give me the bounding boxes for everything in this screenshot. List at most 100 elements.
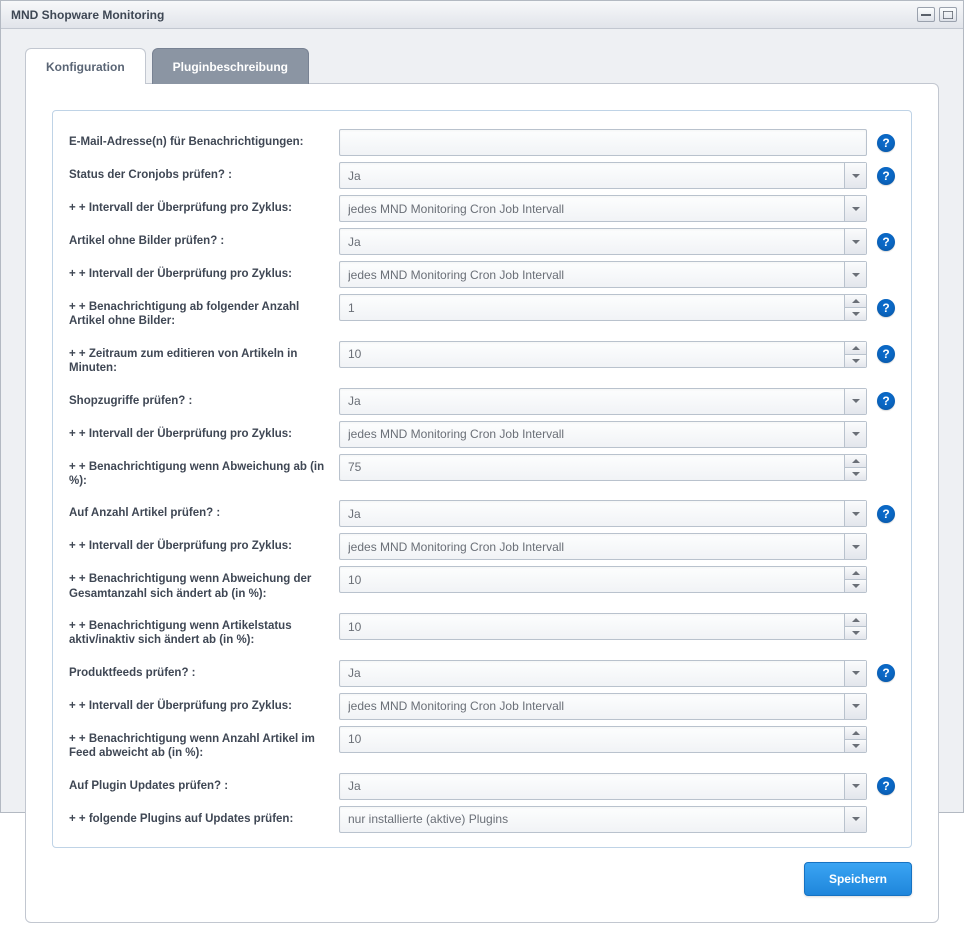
spinner-value[interactable] [340,455,844,480]
chevron-down-icon[interactable] [844,229,866,254]
cron-interval-combo[interactable] [339,195,867,222]
spinner-up[interactable] [845,455,866,468]
spinner-buttons [844,727,866,752]
plugin-scope-combo[interactable] [339,806,867,833]
feed-dev-spinner[interactable] [339,726,867,753]
row-access-interval: + + Intervall der Überprüfung pro Zyklus… [69,421,895,448]
chevron-down-icon[interactable] [844,389,866,414]
tab-pluginbeschreibung[interactable]: Pluginbeschreibung [152,48,309,84]
label: + + Intervall der Überprüfung pro Zyklus… [69,693,339,719]
help-icon[interactable]: ? [877,134,895,152]
access-check-combo[interactable] [339,388,867,415]
label: Auf Anzahl Artikel prüfen? : [69,500,339,526]
chevron-down-icon[interactable] [844,534,866,559]
window: MND Shopware Monitoring Konfiguration Pl… [0,0,964,813]
spinner-down[interactable] [845,740,866,752]
chevron-down-icon[interactable] [844,807,866,832]
chevron-down-icon[interactable] [844,774,866,799]
chevron-down-icon[interactable] [844,501,866,526]
spinner-up[interactable] [845,614,866,627]
combo-value[interactable] [340,262,844,287]
label: + + Benachrichtigung wenn Abweichung ab … [69,454,339,495]
spinner-down[interactable] [845,308,866,320]
row-cron-interval: + + Intervall der Überprüfung pro Zyklus… [69,195,895,222]
spinner-value[interactable] [340,727,844,752]
chevron-down-icon[interactable] [844,163,866,188]
chevron-down-icon[interactable] [844,422,866,447]
email-input[interactable] [340,130,866,155]
combo-value[interactable] [340,661,844,686]
help-icon[interactable]: ? [877,392,895,410]
help-icon[interactable]: ? [877,167,895,185]
chevron-down-icon[interactable] [844,661,866,686]
count-total-dev-spinner[interactable] [339,566,867,593]
combo-value[interactable] [340,196,844,221]
help-icon[interactable]: ? [877,299,895,317]
help-icon[interactable]: ? [877,664,895,682]
combo-value[interactable] [340,501,844,526]
spinner-value[interactable] [340,567,844,592]
plugin-check-combo[interactable] [339,773,867,800]
window-controls [917,7,957,22]
label: + + Benachrichtigung wenn Abweichung der… [69,566,339,607]
tab-konfiguration[interactable]: Konfiguration [25,48,146,84]
label: + + Benachrichtigung wenn Artikelstatus … [69,613,339,654]
cron-status-combo[interactable] [339,162,867,189]
spinner-buttons [844,295,866,320]
spinner-value[interactable] [340,614,844,639]
spinner-buttons [844,342,866,367]
save-button[interactable]: Speichern [804,862,912,896]
combo-value[interactable] [340,163,844,188]
chevron-down-icon[interactable] [844,262,866,287]
combo-value[interactable] [340,807,844,832]
img-threshold-spinner[interactable] [339,294,867,321]
maximize-button[interactable] [939,7,957,22]
spinner-down[interactable] [845,580,866,592]
combo-value[interactable] [340,229,844,254]
chevron-down-icon[interactable] [844,196,866,221]
access-interval-combo[interactable] [339,421,867,448]
combo-value[interactable] [340,389,844,414]
combo-value[interactable] [340,774,844,799]
spinner-up[interactable] [845,727,866,740]
img-check-combo[interactable] [339,228,867,255]
img-edit-window-spinner[interactable] [339,341,867,368]
minimize-button[interactable] [917,7,935,22]
count-interval-combo[interactable] [339,533,867,560]
row-plugin-check: Auf Plugin Updates prüfen? : ? [69,773,895,800]
tab-body: E-Mail-Adresse(n) für Benachrichtigungen… [25,83,939,923]
label-email: E-Mail-Adresse(n) für Benachrichtigungen… [69,129,339,155]
spinner-up[interactable] [845,567,866,580]
label: Shopzugriffe prüfen? : [69,388,339,414]
help-icon[interactable]: ? [877,505,895,523]
row-img-interval: + + Intervall der Überprüfung pro Zyklus… [69,261,895,288]
spinner-down[interactable] [845,627,866,639]
row-count-total-dev: + + Benachrichtigung wenn Abweichung der… [69,566,895,607]
window-title: MND Shopware Monitoring [11,8,164,22]
feed-interval-combo[interactable] [339,693,867,720]
label: + + Intervall der Überprüfung pro Zyklus… [69,533,339,559]
spinner-down[interactable] [845,468,866,480]
spinner-down[interactable] [845,355,866,367]
help-icon[interactable]: ? [877,233,895,251]
count-status-dev-spinner[interactable] [339,613,867,640]
count-check-combo[interactable] [339,500,867,527]
feed-check-combo[interactable] [339,660,867,687]
spinner-up[interactable] [845,295,866,308]
access-dev-spinner[interactable] [339,454,867,481]
tab-label: Konfiguration [46,60,125,74]
img-interval-combo[interactable] [339,261,867,288]
help-icon[interactable]: ? [877,777,895,795]
config-fieldset: E-Mail-Adresse(n) für Benachrichtigungen… [52,110,912,848]
spinner-up[interactable] [845,342,866,355]
spinner-buttons [844,455,866,480]
combo-value[interactable] [340,422,844,447]
combo-value[interactable] [340,694,844,719]
spinner-value[interactable] [340,295,844,320]
titlebar: MND Shopware Monitoring [1,1,963,29]
combo-value[interactable] [340,534,844,559]
help-icon[interactable]: ? [877,345,895,363]
chevron-down-icon[interactable] [844,694,866,719]
row-plugin-scope: + + folgende Plugins auf Updates prüfen: [69,806,895,833]
spinner-value[interactable] [340,342,844,367]
